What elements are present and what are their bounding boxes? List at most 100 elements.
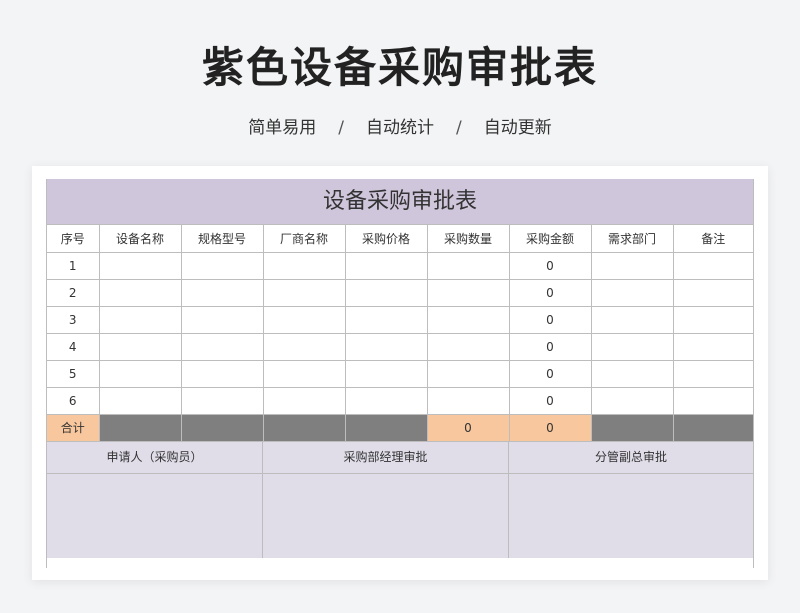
cell-vendor[interactable] (262, 251, 346, 280)
cell-department[interactable] (590, 305, 674, 334)
cell-index[interactable]: 1 (47, 251, 100, 280)
col-header-spec-model: 规格型号 (180, 225, 264, 253)
feature-easy: 简单易用 (248, 118, 317, 138)
procurement-table: 序号 设备名称 规格型号 厂商名称 采购价格 采购数量 采购金额 需求部门 备注… (47, 225, 753, 442)
total-label: 合计 (47, 413, 100, 442)
cell-spec-model[interactable] (180, 386, 264, 415)
cell-price[interactable] (344, 251, 428, 280)
cell-spec-model[interactable] (180, 305, 264, 334)
cell-remarks[interactable] (672, 359, 753, 388)
cell-remarks[interactable] (672, 332, 753, 361)
cell-remarks[interactable] (672, 251, 753, 280)
cell-department[interactable] (590, 386, 674, 415)
approval-purchasing-manager-label: 采购部经理审批 (263, 442, 508, 474)
cell-index[interactable]: 4 (47, 332, 100, 361)
cell-quantity[interactable] (426, 332, 510, 361)
cell-quantity[interactable] (426, 359, 510, 388)
cell-vendor[interactable] (262, 305, 346, 334)
cell-index[interactable]: 3 (47, 305, 100, 334)
cell-device-name[interactable] (98, 305, 182, 334)
cell-vendor[interactable] (262, 359, 346, 388)
separator: / (456, 118, 462, 138)
approval-applicant-signature-area[interactable] (47, 474, 262, 558)
total-blank-cell (672, 413, 753, 442)
cell-price[interactable] (344, 332, 428, 361)
cell-quantity[interactable] (426, 278, 510, 307)
col-header-price: 采购价格 (344, 225, 428, 253)
separator: / (338, 118, 344, 138)
col-header-department: 需求部门 (590, 225, 674, 253)
cell-price[interactable] (344, 278, 428, 307)
total-blank-cell (98, 413, 182, 442)
cell-department[interactable] (590, 359, 674, 388)
table-row: 6 0 (47, 386, 753, 415)
cell-device-name[interactable] (98, 386, 182, 415)
cell-remarks[interactable] (672, 305, 753, 334)
cell-index[interactable]: 5 (47, 359, 100, 388)
cell-amount[interactable]: 0 (508, 305, 592, 334)
cell-device-name[interactable] (98, 332, 182, 361)
col-header-amount: 采购金额 (508, 225, 592, 253)
total-blank-cell (180, 413, 264, 442)
approval-purchasing-manager-signature-area[interactable] (263, 474, 508, 558)
cell-device-name[interactable] (98, 359, 182, 388)
feature-tagline: 简单易用 / 自动统计 / 自动更新 (0, 113, 800, 138)
approval-vice-president-label: 分管副总审批 (509, 442, 753, 474)
cell-quantity[interactable] (426, 386, 510, 415)
cell-device-name[interactable] (98, 278, 182, 307)
table-row: 5 0 (47, 359, 753, 388)
col-header-index: 序号 (47, 225, 100, 253)
spreadsheet-card: 设备采购审批表 序号 设备名称 规格型号 厂商名称 采购价格 采购数量 采购金额… (32, 166, 768, 580)
approval-purchasing-manager: 采购部经理审批 (263, 441, 509, 558)
table-row: 4 0 (47, 332, 753, 361)
col-header-remarks: 备注 (672, 225, 753, 253)
total-row: 合计 0 0 (47, 413, 753, 442)
total-blank-cell (344, 413, 428, 442)
table-row: 2 0 (47, 278, 753, 307)
feature-auto-update: 自动更新 (483, 118, 552, 138)
col-header-quantity: 采购数量 (426, 225, 510, 253)
cell-price[interactable] (344, 305, 428, 334)
col-header-device-name: 设备名称 (98, 225, 182, 253)
cell-index[interactable]: 6 (47, 386, 100, 415)
cell-remarks[interactable] (672, 278, 753, 307)
cell-vendor[interactable] (262, 332, 346, 361)
cell-department[interactable] (590, 278, 674, 307)
cell-spec-model[interactable] (180, 332, 264, 361)
cell-device-name[interactable] (98, 251, 182, 280)
cell-spec-model[interactable] (180, 359, 264, 388)
total-blank-cell (262, 413, 346, 442)
total-blank-cell (590, 413, 674, 442)
header-row: 序号 设备名称 规格型号 厂商名称 采购价格 采购数量 采购金额 需求部门 备注 (47, 225, 753, 253)
cell-department[interactable] (590, 251, 674, 280)
cell-vendor[interactable] (262, 278, 346, 307)
cell-department[interactable] (590, 332, 674, 361)
cell-price[interactable] (344, 359, 428, 388)
approval-vice-president: 分管副总审批 (509, 442, 753, 558)
procurement-sheet: 设备采购审批表 序号 设备名称 规格型号 厂商名称 采购价格 采购数量 采购金额… (46, 179, 754, 568)
cell-amount[interactable]: 0 (508, 332, 592, 361)
page-title: 紫色设备采购审批表 (201, 43, 598, 92)
cell-price[interactable] (344, 386, 428, 415)
cell-amount[interactable]: 0 (508, 278, 592, 307)
cell-amount[interactable]: 0 (508, 386, 592, 415)
cell-quantity[interactable] (426, 251, 510, 280)
approval-section: 申请人（采购员） 采购部经理审批 分管副总审批 (47, 441, 753, 558)
approval-vice-president-signature-area[interactable] (509, 474, 753, 558)
feature-auto-stats: 自动统计 (366, 118, 434, 138)
col-header-vendor: 厂商名称 (262, 225, 346, 253)
cell-amount[interactable]: 0 (508, 359, 592, 388)
total-amount: 0 (508, 413, 592, 442)
cell-spec-model[interactable] (180, 251, 264, 280)
cell-amount[interactable]: 0 (508, 251, 592, 280)
approval-applicant: 申请人（采购员） (47, 441, 263, 558)
cell-quantity[interactable] (426, 305, 510, 334)
cell-spec-model[interactable] (180, 278, 264, 307)
approval-applicant-label: 申请人（采购员） (47, 442, 262, 474)
cell-remarks[interactable] (672, 386, 753, 415)
cell-vendor[interactable] (262, 386, 346, 415)
cell-index[interactable]: 2 (47, 278, 100, 307)
table-row: 3 0 (47, 305, 753, 334)
sheet-title: 设备采购审批表 (47, 179, 753, 225)
total-quantity: 0 (426, 413, 510, 442)
